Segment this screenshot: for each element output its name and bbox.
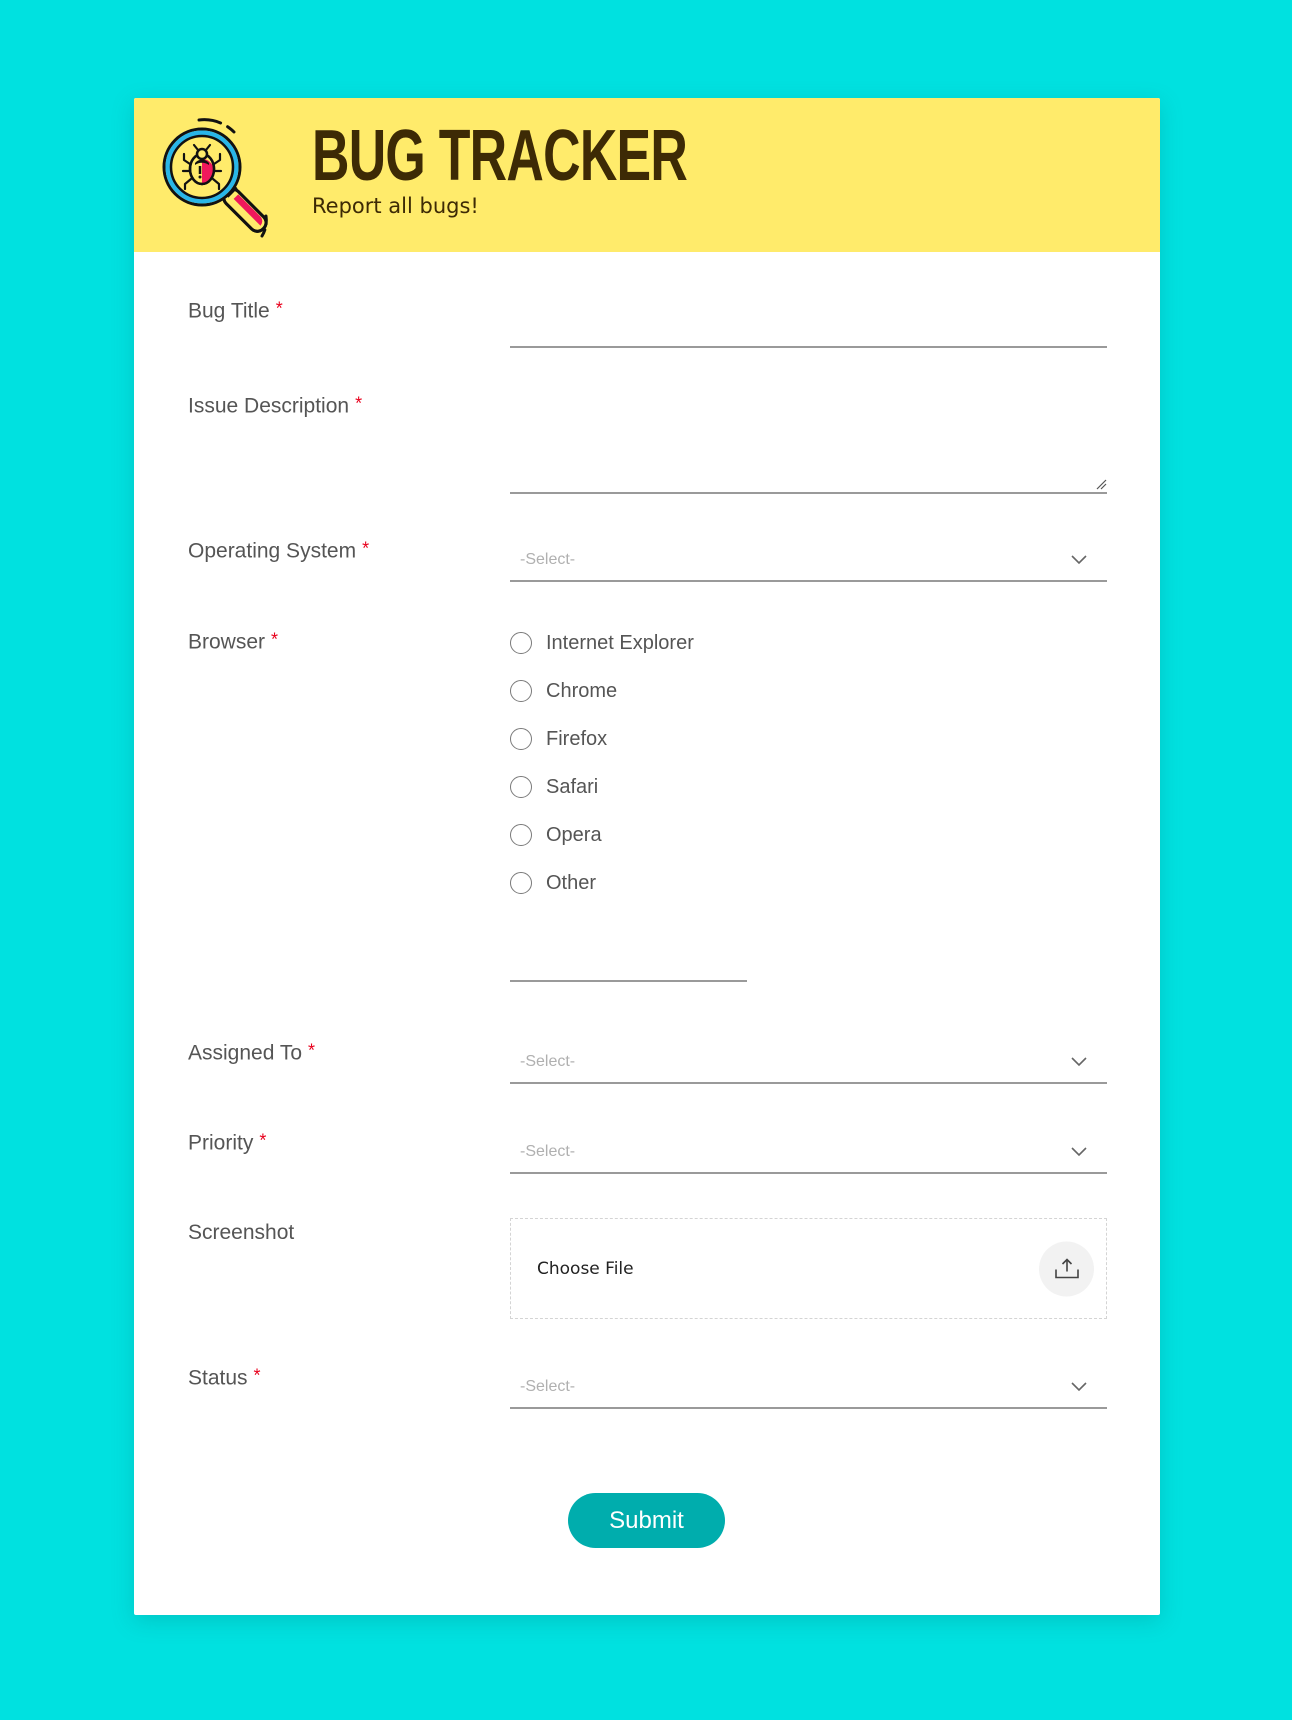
- select-placeholder: -Select-: [520, 551, 576, 568]
- required-marker: *: [259, 1130, 267, 1151]
- submit-button[interactable]: Submit: [568, 1493, 725, 1548]
- magnifier-bug-icon: [162, 118, 268, 238]
- app-title: BUG TRACKER: [312, 116, 688, 196]
- radio-label: Other: [546, 871, 597, 894]
- browser-label-text: Browser: [188, 630, 266, 654]
- radio-button[interactable]: [510, 680, 532, 702]
- priority-select[interactable]: -Select-: [510, 1132, 1107, 1174]
- required-marker: *: [308, 1040, 316, 1061]
- form-header: BUG TRACKER Report all bugs!: [134, 98, 1160, 252]
- upload-icon: [1054, 1258, 1079, 1279]
- status-label: Status *: [188, 1366, 261, 1391]
- radio-button[interactable]: [510, 824, 532, 846]
- required-marker: *: [275, 298, 283, 319]
- assigned-to-label: Assigned To *: [188, 1041, 315, 1066]
- status-label-text: Status: [188, 1366, 248, 1390]
- radio-button[interactable]: [510, 872, 532, 894]
- status-select[interactable]: -Select-: [510, 1367, 1107, 1409]
- required-marker: *: [253, 1365, 261, 1386]
- bug-title-input[interactable]: [510, 310, 1107, 348]
- app-subtitle: Report all bugs!: [312, 194, 479, 218]
- assigned-to-select[interactable]: -Select-: [510, 1042, 1107, 1084]
- priority-label: Priority *: [188, 1131, 266, 1156]
- resize-handle-icon[interactable]: [1095, 478, 1107, 490]
- operating-system-label: Operating System *: [188, 539, 369, 564]
- radio-button[interactable]: [510, 728, 532, 750]
- browser-option-firefox[interactable]: Firefox: [510, 725, 607, 753]
- select-placeholder: -Select-: [520, 1053, 576, 1070]
- issue-description-label: Issue Description *: [188, 394, 362, 419]
- radio-button[interactable]: [510, 632, 532, 654]
- bug-title-label-text: Bug Title: [188, 299, 270, 323]
- browser-option-other[interactable]: Other: [510, 869, 596, 897]
- select-placeholder: -Select-: [520, 1143, 576, 1160]
- chevron-down-icon: [1071, 1382, 1087, 1392]
- assigned-to-label-text: Assigned To: [188, 1041, 303, 1065]
- select-placeholder: -Select-: [520, 1378, 576, 1395]
- browser-option-internet-explorer[interactable]: Internet Explorer: [510, 629, 694, 657]
- issue-description-label-text: Issue Description: [188, 394, 350, 418]
- screenshot-label: Screenshot: [188, 1221, 294, 1245]
- chevron-down-icon: [1071, 1147, 1087, 1157]
- radio-label: Internet Explorer: [546, 631, 694, 654]
- operating-system-label-text: Operating System: [188, 539, 357, 563]
- bug-report-form-card: BUG TRACKER Report all bugs! Bug Title * …: [134, 98, 1160, 1615]
- upload-button[interactable]: [1039, 1241, 1094, 1296]
- operating-system-select[interactable]: -Select-: [510, 540, 1107, 582]
- radio-label: Safari: [546, 775, 599, 798]
- screenshot-label-text: Screenshot: [188, 1221, 295, 1244]
- required-marker: *: [271, 629, 279, 650]
- screenshot-file-dropzone[interactable]: Choose File: [510, 1218, 1107, 1319]
- bug-title-label: Bug Title *: [188, 299, 283, 324]
- browser-option-opera[interactable]: Opera: [510, 821, 602, 849]
- browser-option-chrome[interactable]: Chrome: [510, 677, 617, 705]
- issue-description-textarea[interactable]: [510, 432, 1107, 494]
- radio-label: Firefox: [546, 727, 608, 750]
- radio-button[interactable]: [510, 776, 532, 798]
- browser-other-input[interactable]: [510, 946, 747, 982]
- browser-label: Browser *: [188, 630, 278, 655]
- radio-label: Opera: [546, 823, 602, 846]
- chevron-down-icon: [1071, 555, 1087, 565]
- priority-label-text: Priority: [188, 1131, 254, 1155]
- browser-option-safari[interactable]: Safari: [510, 773, 598, 801]
- chevron-down-icon: [1071, 1057, 1087, 1067]
- required-marker: *: [355, 393, 363, 414]
- radio-label: Chrome: [546, 679, 618, 702]
- required-marker: *: [362, 538, 370, 559]
- choose-file-button[interactable]: Choose File: [537, 1259, 634, 1279]
